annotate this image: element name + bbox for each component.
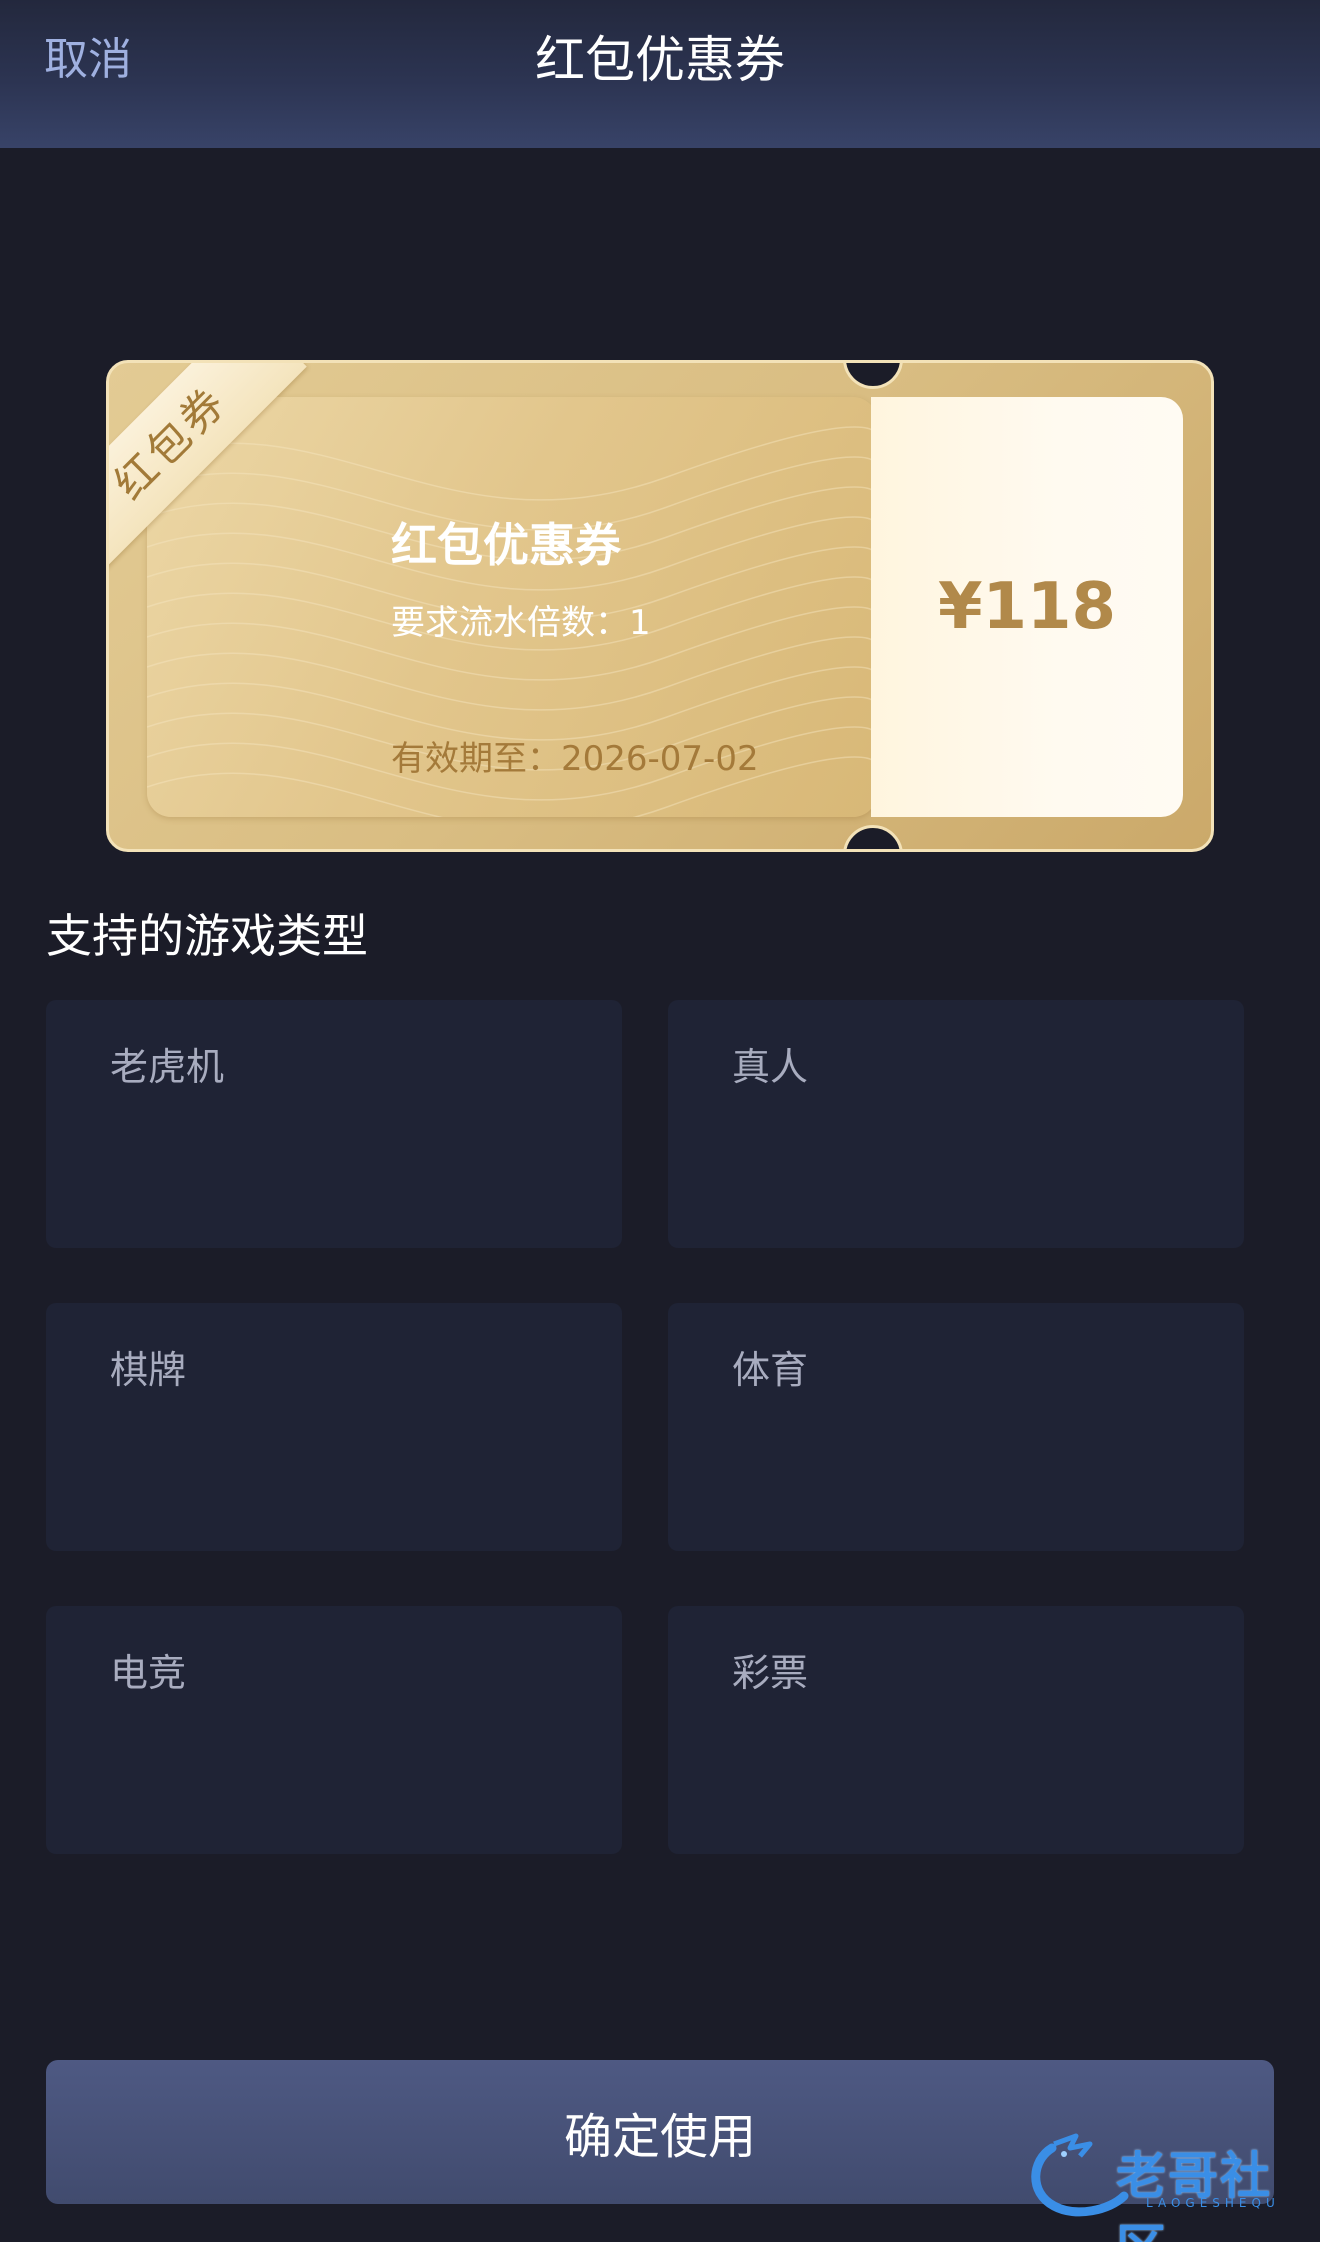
game-type-label: 彩票 (732, 1651, 809, 1695)
coupon-card: 红包券 红包优惠券 要求流水倍数：1 有效期至：2026-07-02 ¥118 (106, 360, 1214, 852)
nav-bar: 取消 红包优惠券 (0, 0, 1320, 148)
watermark-logo: 老哥社区 LAOGESHEQU (1024, 2126, 1314, 2242)
game-type-card[interactable]: 老虎机 (46, 1000, 622, 1248)
game-type-card[interactable]: 真人 (668, 1000, 1244, 1248)
page-title: 红包优惠券 (535, 31, 785, 89)
game-type-card[interactable]: 体育 (668, 1303, 1244, 1551)
game-type-card[interactable]: 彩票 (668, 1606, 1244, 1854)
page: 取消 红包优惠券 红包券 红包优惠券 要求流水倍数：1 有效期至：2026-07… (0, 0, 1320, 2242)
watermark-text: 老哥社区 (1116, 2147, 1272, 2242)
watermark-subtext: LAOGESHEQU (1146, 2196, 1280, 2210)
game-type-label: 棋牌 (110, 1348, 187, 1392)
game-type-label: 电竞 (110, 1651, 187, 1695)
game-type-label: 真人 (732, 1045, 809, 1089)
section-title: 支持的游戏类型 (46, 909, 368, 963)
coupon-notch-top (843, 363, 903, 389)
coupon-name: 红包优惠券 (391, 518, 621, 572)
coupon-amount: ¥118 (937, 570, 1117, 644)
game-type-label: 体育 (732, 1348, 809, 1392)
game-type-card[interactable]: 棋牌 (46, 1303, 622, 1551)
coupon-notch-bottom (843, 825, 903, 849)
game-type-label: 老虎机 (110, 1045, 225, 1089)
coupon-requirement: 要求流水倍数：1 (391, 603, 651, 643)
game-type-card[interactable]: 电竞 (46, 1606, 622, 1854)
coupon-expiry: 有效期至：2026-07-02 (391, 739, 759, 779)
